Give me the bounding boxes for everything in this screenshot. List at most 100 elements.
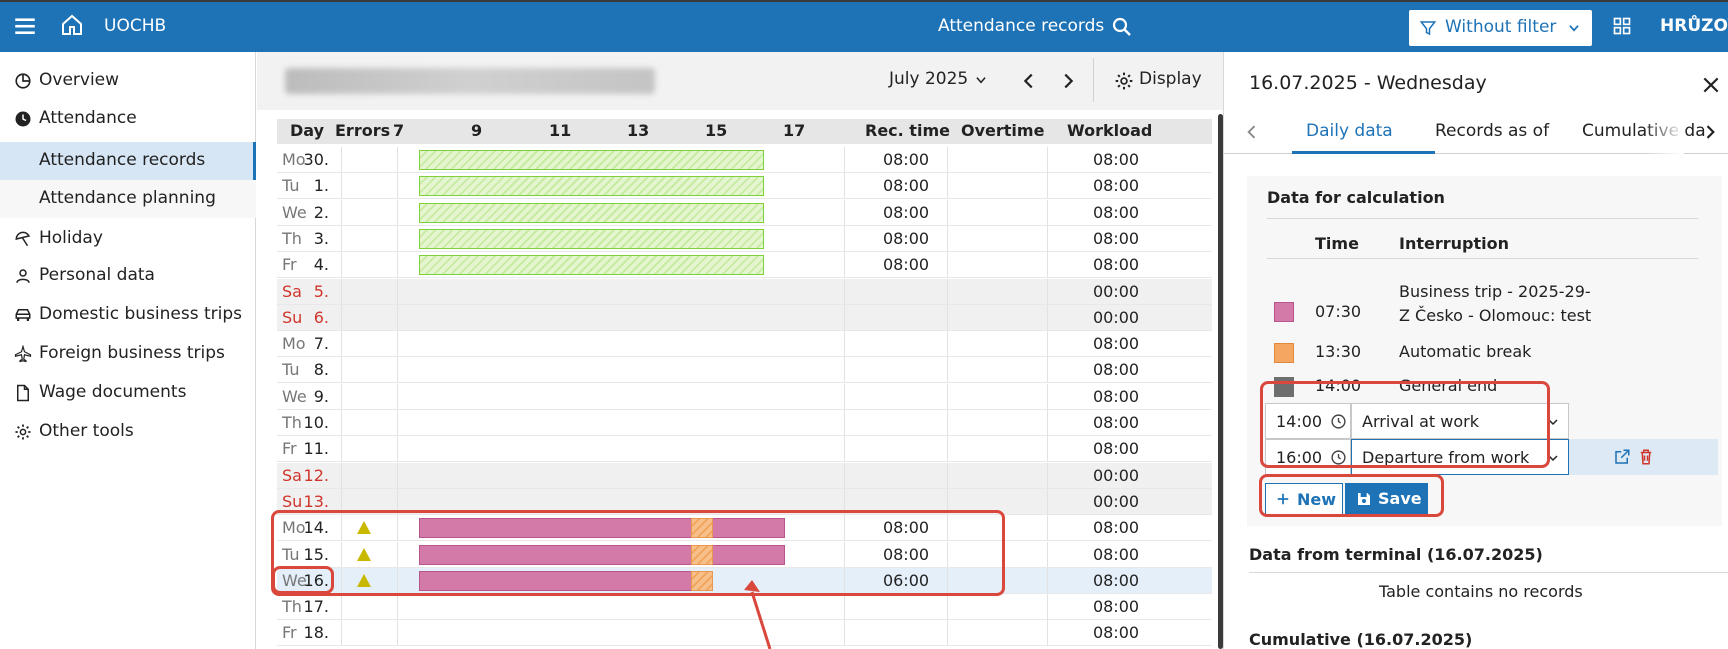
brand-label[interactable]: UOCHB bbox=[104, 16, 166, 36]
worked-time-bar[interactable] bbox=[419, 176, 764, 197]
sidebar-item-wage-documents[interactable]: Wage documents bbox=[0, 374, 256, 412]
warning-icon[interactable] bbox=[356, 547, 372, 562]
table-row[interactable]: Su 6. 00:00 bbox=[277, 304, 1212, 331]
column-divider bbox=[1047, 147, 1048, 172]
sidebar-item-other-tools[interactable]: Other tools bbox=[0, 413, 256, 451]
chevron-right-icon[interactable] bbox=[1700, 122, 1720, 142]
tab-records-as-of[interactable]: Records as of bbox=[1435, 121, 1549, 141]
gear-icon[interactable] bbox=[1114, 71, 1134, 91]
home-icon[interactable] bbox=[60, 13, 84, 37]
time-input[interactable]: 16:00 bbox=[1265, 439, 1351, 475]
time-input[interactable]: 14:00 bbox=[1265, 403, 1351, 439]
hamburger-menu-icon[interactable] bbox=[12, 13, 38, 39]
table-row[interactable]: We 2. 08:00 08:00 bbox=[277, 199, 1212, 226]
workload: 08:00 bbox=[1092, 386, 1140, 406]
sidebar-item-attendance-records[interactable]: Attendance records bbox=[0, 142, 256, 180]
col-hour-9: 9 bbox=[471, 121, 483, 140]
workload: 08:00 bbox=[1092, 150, 1140, 169]
break-bar[interactable] bbox=[691, 518, 713, 539]
column-divider bbox=[397, 410, 398, 435]
document-icon bbox=[17, 384, 29, 402]
worked-time-bar[interactable] bbox=[419, 202, 764, 223]
table-row[interactable]: Fr 4. 08:00 08:00 bbox=[277, 252, 1212, 279]
record-type-select[interactable]: Departure from work bbox=[1351, 439, 1569, 475]
filter-button[interactable]: Without filter bbox=[1409, 10, 1592, 46]
user-name[interactable]: HRŮZOV bbox=[1660, 16, 1728, 36]
col-rec-time[interactable]: Rec. time bbox=[865, 121, 950, 140]
column-divider bbox=[397, 620, 398, 646]
airplane-icon bbox=[14, 345, 32, 363]
table-row[interactable]: Su 13. 00:00 bbox=[277, 488, 1212, 515]
search-icon[interactable] bbox=[1110, 15, 1134, 39]
col-day[interactable]: Day bbox=[290, 121, 324, 140]
sidebar-item-domestic-business-trips[interactable]: Domestic business trips bbox=[0, 296, 256, 334]
business-trip-bar[interactable] bbox=[419, 518, 785, 539]
column-divider bbox=[1047, 225, 1048, 251]
col-overtime[interactable]: Overtime bbox=[961, 121, 1044, 140]
day-number: 18. bbox=[303, 623, 329, 643]
divider bbox=[1267, 218, 1698, 219]
sidebar-item-label: Attendance planning bbox=[39, 188, 216, 208]
day-number: 2. bbox=[313, 202, 329, 222]
table-row[interactable]: Mo 7. 08:00 bbox=[277, 331, 1212, 358]
table-row[interactable]: Th 10. 08:00 bbox=[277, 410, 1212, 436]
break-bar[interactable] bbox=[691, 544, 713, 565]
display-button[interactable]: Display bbox=[1139, 69, 1202, 89]
new-record-button[interactable]: New bbox=[1265, 483, 1343, 515]
column-divider bbox=[397, 304, 398, 330]
chevron-left-icon[interactable] bbox=[1018, 70, 1040, 92]
table-row[interactable]: Tu 1. 08:00 08:00 bbox=[277, 173, 1212, 200]
table-row[interactable]: Sa 5. 00:00 bbox=[277, 278, 1212, 305]
time-value: 14:00 bbox=[1276, 412, 1323, 431]
business-trip-bar[interactable] bbox=[419, 570, 700, 591]
business-trip-bar[interactable] bbox=[419, 544, 785, 565]
sidebar-item-attendance-planning[interactable]: Attendance planning bbox=[0, 180, 256, 218]
col-errors[interactable]: Errors bbox=[335, 121, 390, 140]
day-number: 5. bbox=[313, 281, 329, 301]
col-workload[interactable]: Workload bbox=[1067, 121, 1152, 140]
column-divider bbox=[1047, 173, 1048, 199]
clock-icon[interactable] bbox=[1330, 449, 1347, 466]
sidebar-item-label: Holiday bbox=[39, 228, 103, 248]
trash-icon[interactable] bbox=[1637, 448, 1655, 466]
sidebar-item-attendance[interactable]: Attendance bbox=[0, 100, 256, 138]
table-row[interactable]: Fr 11. 08:00 bbox=[277, 436, 1212, 463]
sidebar-item-holiday[interactable]: Holiday bbox=[0, 220, 256, 258]
save-button[interactable]: Save bbox=[1345, 483, 1428, 515]
close-icon[interactable] bbox=[1701, 75, 1721, 95]
clock-icon[interactable] bbox=[1330, 413, 1347, 430]
table-row[interactable]: Sa 12. 00:00 bbox=[277, 462, 1212, 489]
record-type-select[interactable]: Arrival at work bbox=[1351, 403, 1569, 439]
break-bar[interactable] bbox=[691, 570, 713, 591]
chevron-down-icon[interactable] bbox=[974, 73, 988, 87]
worked-time-bar[interactable] bbox=[419, 228, 764, 249]
sidebar-item-personal-data[interactable]: Personal data bbox=[0, 257, 256, 295]
table-row[interactable]: Tu 8. 08:00 bbox=[277, 357, 1212, 384]
warning-icon[interactable] bbox=[356, 520, 372, 535]
table-row[interactable]: Tu 15. 08:00 08:00 bbox=[277, 541, 1212, 568]
chevron-left-icon[interactable] bbox=[1242, 122, 1262, 142]
worked-time-bar[interactable] bbox=[419, 150, 764, 170]
sidebar-item-foreign-business-trips[interactable]: Foreign business trips bbox=[0, 335, 256, 373]
warning-icon[interactable] bbox=[356, 573, 372, 588]
table-row[interactable]: Mo 14. 08:00 08:00 bbox=[277, 515, 1212, 542]
page-title: Attendance records bbox=[938, 16, 1105, 36]
dashboard-grid-icon[interactable] bbox=[1612, 16, 1632, 36]
day-name: Tu bbox=[282, 360, 300, 380]
sidebar-item-overview[interactable]: Overview bbox=[0, 62, 256, 100]
worked-time-bar[interactable] bbox=[419, 255, 764, 276]
column-divider bbox=[397, 541, 398, 567]
month-selector[interactable]: July 2025 bbox=[889, 69, 968, 89]
column-divider bbox=[1047, 410, 1048, 435]
open-external-icon[interactable] bbox=[1613, 448, 1631, 466]
table-row[interactable]: We 9. 08:00 bbox=[277, 383, 1212, 410]
chevron-right-icon[interactable] bbox=[1057, 70, 1079, 92]
workload: 08:00 bbox=[1092, 623, 1140, 643]
tab-daily-data[interactable]: Daily data bbox=[1306, 121, 1393, 141]
main-header: July 2025 Display bbox=[257, 52, 1223, 110]
table-row[interactable]: Mo 30. 08:00 08:00 bbox=[277, 147, 1212, 173]
recorded-time: 08:00 bbox=[882, 150, 930, 169]
column-divider bbox=[1047, 620, 1048, 646]
column-divider bbox=[341, 225, 342, 251]
table-row[interactable]: Th 3. 08:00 08:00 bbox=[277, 225, 1212, 252]
